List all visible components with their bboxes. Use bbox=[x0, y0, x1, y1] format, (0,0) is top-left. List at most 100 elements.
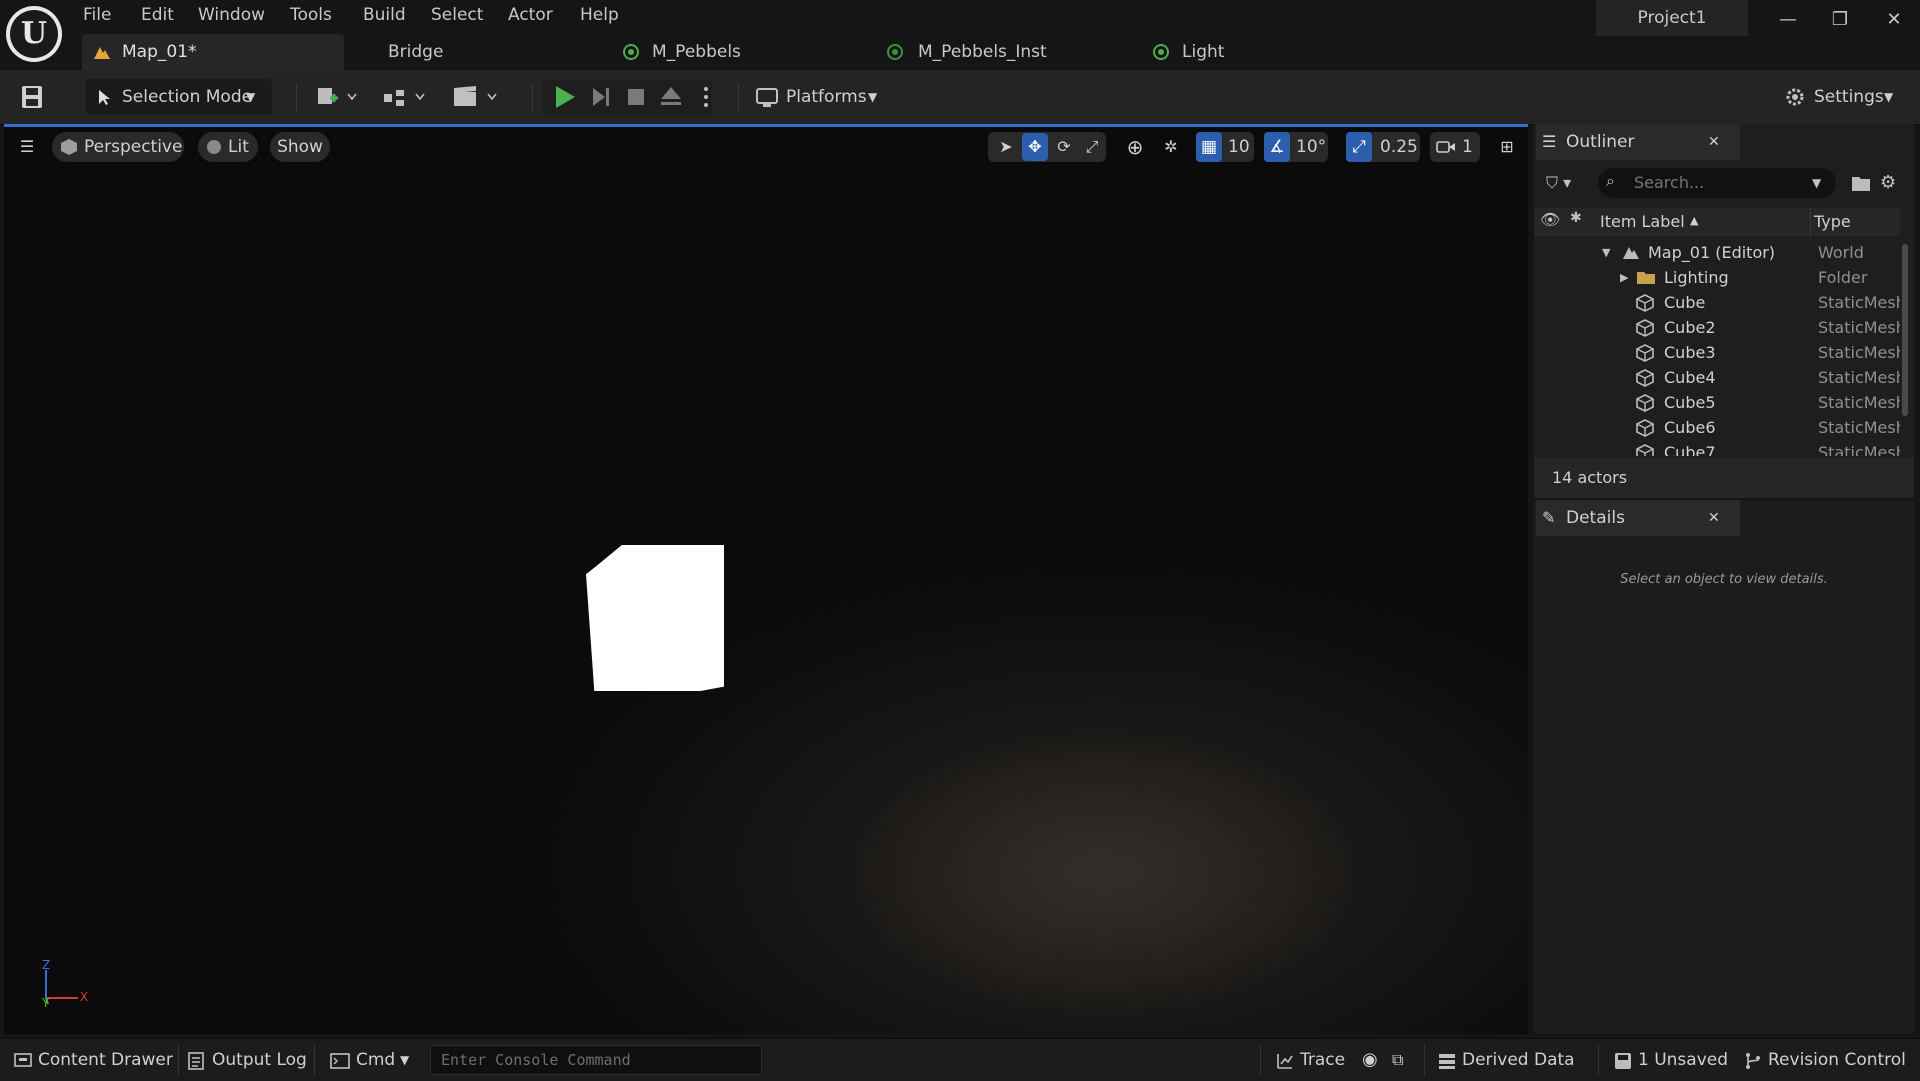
terminal-icon bbox=[330, 1053, 350, 1069]
rotate-tool-icon[interactable]: ⟳ bbox=[1052, 132, 1076, 162]
unsaved-button[interactable]: 1 Unsaved bbox=[1614, 1044, 1728, 1076]
tree-row-mesh[interactable]: Cube5 StaticMesh bbox=[1534, 390, 1900, 415]
tree-row-mesh[interactable]: Cube StaticMesh bbox=[1534, 290, 1900, 315]
menu-file[interactable]: File bbox=[83, 0, 111, 30]
filter-dropdown[interactable]: ⛉ ▾ bbox=[1546, 170, 1588, 196]
menu-actor[interactable]: Actor bbox=[508, 0, 553, 30]
tree-row-world[interactable]: ▼ Map_01 (Editor) World bbox=[1534, 240, 1900, 265]
restore-button[interactable]: ❐ bbox=[1818, 0, 1862, 40]
close-icon[interactable]: ✕ bbox=[1708, 124, 1720, 160]
record-icon[interactable]: ◉ bbox=[1362, 1044, 1384, 1076]
search-input[interactable]: ⌕ Search... ▼ bbox=[1598, 168, 1836, 198]
output-log-button[interactable]: Output Log bbox=[188, 1044, 307, 1076]
tree-row-mesh[interactable]: Cube2 StaticMesh bbox=[1534, 315, 1900, 340]
content-drawer-button[interactable]: Content Drawer bbox=[10, 1044, 173, 1076]
settings-gear-icon[interactable]: ⚙ bbox=[1880, 172, 1902, 194]
expand-arrow-icon[interactable]: ▼ bbox=[1602, 240, 1610, 265]
axis-gizmo: Z X Y bbox=[36, 958, 92, 1010]
add-actor-button[interactable] bbox=[316, 84, 362, 110]
rotation-snap-toggle[interactable]: ∡ 10° bbox=[1264, 132, 1328, 162]
derived-data-button[interactable]: Derived Data bbox=[1438, 1044, 1580, 1076]
outliner-tab[interactable]: ☰ Outliner ✕ bbox=[1536, 124, 1740, 160]
folder-icon bbox=[1637, 272, 1655, 284]
eject-button[interactable] bbox=[660, 85, 682, 107]
cmd-dropdown[interactable]: Cmd ▼ bbox=[330, 1044, 416, 1076]
camera-speed-button[interactable]: 1 bbox=[1430, 132, 1480, 162]
grid-snap-toggle[interactable]: ▦ 10 bbox=[1196, 132, 1254, 162]
console-command-input[interactable]: Enter Console Command bbox=[430, 1045, 762, 1075]
menu-help[interactable]: Help bbox=[580, 0, 619, 30]
surface-snap-icon[interactable]: ✲ bbox=[1158, 132, 1184, 162]
outliner-scrollbar[interactable] bbox=[1902, 244, 1908, 416]
menu-select[interactable]: Select bbox=[431, 0, 483, 30]
world-space-icon[interactable]: ⊕ bbox=[1122, 132, 1148, 162]
move-tool-icon[interactable]: ✥ bbox=[1022, 133, 1048, 161]
minimize-button[interactable]: — bbox=[1766, 0, 1810, 40]
more-options-icon[interactable] bbox=[700, 84, 712, 110]
tab-map-01[interactable]: Map_01* bbox=[82, 34, 344, 70]
stop-button[interactable] bbox=[626, 87, 646, 107]
revision-control-button[interactable]: Revision Control bbox=[1744, 1044, 1914, 1076]
tree-row-mesh[interactable]: Cube3 StaticMesh bbox=[1534, 340, 1900, 365]
row-type: StaticMesh bbox=[1818, 418, 1900, 437]
visibility-eye-icon[interactable]: 👁 bbox=[1540, 210, 1560, 229]
details-empty-message: Select an object to view details. bbox=[1620, 572, 1828, 587]
tab-bridge[interactable]: Bridge bbox=[388, 34, 443, 70]
scale-snap-toggle[interactable]: ⤢ 0.25 bbox=[1346, 132, 1420, 162]
add-folder-icon[interactable] bbox=[1850, 172, 1872, 194]
expand-arrow-icon[interactable]: ▶ bbox=[1620, 265, 1628, 290]
show-button[interactable]: Show bbox=[270, 132, 330, 162]
tree-row-mesh[interactable]: Cube4 StaticMesh bbox=[1534, 365, 1900, 390]
log-icon bbox=[188, 1052, 204, 1070]
tree-row-folder[interactable]: ▶ Lighting Folder bbox=[1534, 265, 1900, 290]
menu-edit[interactable]: Edit bbox=[141, 0, 174, 30]
chevron-down-icon: ▼ bbox=[1812, 176, 1822, 190]
blueprint-button[interactable] bbox=[382, 84, 430, 110]
close-icon[interactable]: ✕ bbox=[1708, 500, 1720, 536]
perspective-button[interactable]: Perspective bbox=[52, 132, 184, 162]
status-divider bbox=[178, 1044, 179, 1076]
close-window-button[interactable]: ✕ bbox=[1872, 0, 1916, 40]
select-tool-icon[interactable]: ➤ bbox=[994, 132, 1018, 162]
unreal-logo-icon[interactable]: U bbox=[6, 6, 62, 62]
cinematics-button[interactable] bbox=[452, 84, 502, 110]
outliner-footer: 14 actors bbox=[1534, 458, 1914, 498]
platforms-dropdown[interactable]: Platforms ▼ bbox=[756, 84, 886, 110]
glowing-cube-mesh[interactable] bbox=[586, 545, 724, 691]
snapshot-icon[interactable]: ⧉ bbox=[1392, 1044, 1414, 1076]
content-drawer-label: Content Drawer bbox=[38, 1050, 173, 1070]
pebbles-ground bbox=[844, 727, 1364, 1027]
settings-dropdown[interactable]: Settings ▼ bbox=[1784, 84, 1904, 110]
selection-mode-dropdown[interactable]: Selection Mode ▼ bbox=[86, 79, 272, 115]
lit-button[interactable]: Lit bbox=[198, 132, 258, 162]
column-type[interactable]: Type bbox=[1814, 212, 1851, 231]
drawer-icon bbox=[14, 1053, 32, 1067]
scale-tool-icon[interactable]: ⤢ bbox=[1080, 132, 1104, 162]
menu-build[interactable]: Build bbox=[363, 0, 406, 30]
material-icon bbox=[1153, 44, 1169, 60]
menu-window[interactable]: Window bbox=[198, 0, 265, 30]
outliner-tree: ▼ Map_01 (Editor) World ▶ Lighting Folde… bbox=[1534, 240, 1900, 456]
viewport-menu-icon[interactable]: ☰ bbox=[14, 132, 40, 162]
details-tab[interactable]: ✎ Details ✕ bbox=[1536, 500, 1740, 536]
chevron-down-icon: ▼ bbox=[400, 1053, 410, 1067]
tab-label: Map_01* bbox=[122, 42, 197, 62]
tree-row-mesh[interactable]: Cube7 StaticMesh bbox=[1534, 440, 1900, 456]
pencil-icon: ✎ bbox=[1542, 508, 1556, 527]
revision-control-label: Revision Control bbox=[1768, 1050, 1906, 1070]
menu-tools[interactable]: Tools bbox=[290, 0, 332, 30]
trace-button[interactable]: Trace bbox=[1276, 1044, 1366, 1076]
lit-label: Lit bbox=[228, 137, 249, 157]
advance-frame-button[interactable] bbox=[590, 86, 612, 108]
level-icon bbox=[1623, 247, 1639, 259]
row-type: StaticMesh bbox=[1818, 293, 1900, 312]
static-mesh-icon bbox=[1636, 344, 1654, 362]
tree-row-mesh[interactable]: Cube6 StaticMesh bbox=[1534, 415, 1900, 440]
camera-speed-value: 1 bbox=[1462, 137, 1473, 157]
viewport-layout-icon[interactable]: ⊞ bbox=[1494, 132, 1520, 162]
level-viewport[interactable] bbox=[4, 127, 1528, 1034]
play-button[interactable] bbox=[552, 84, 578, 110]
column-item-label[interactable]: Item Label bbox=[1600, 212, 1685, 231]
save-icon bbox=[1615, 1053, 1631, 1069]
save-icon[interactable] bbox=[20, 84, 44, 110]
